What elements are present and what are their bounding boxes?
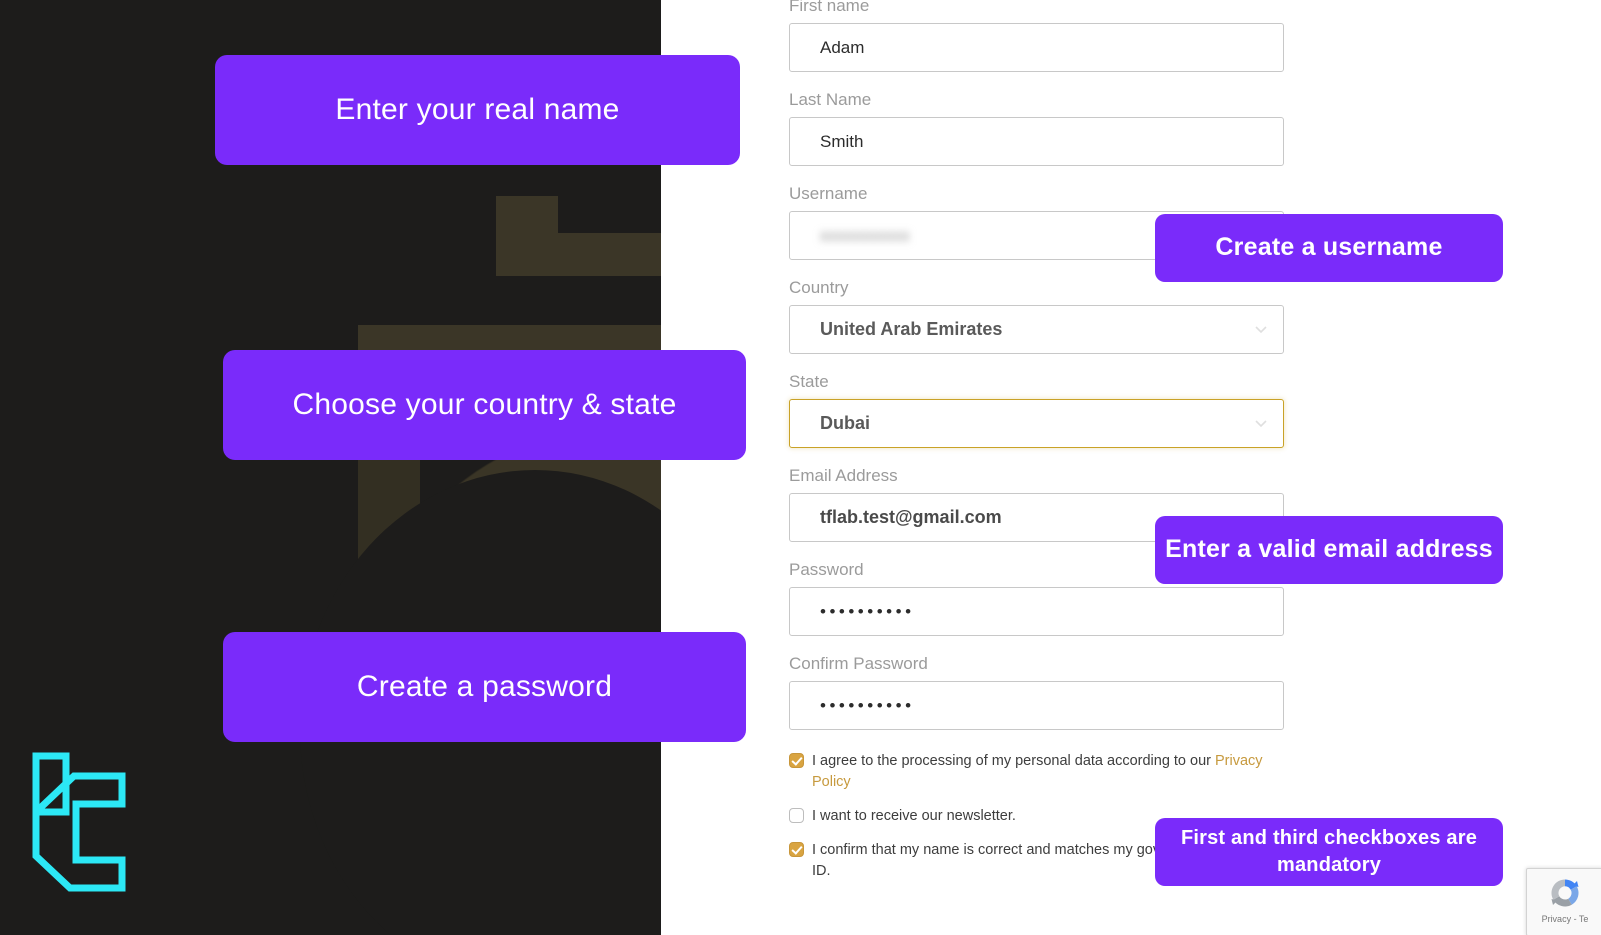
bg-block xyxy=(558,233,661,276)
last-name-input[interactable]: Smith xyxy=(789,117,1284,166)
confirm-password-label: Confirm Password xyxy=(789,654,928,673)
country-select[interactable]: United Arab Emirates xyxy=(789,305,1284,354)
callout-enter-real-name: Enter your real name xyxy=(215,55,740,165)
email-value: tflab.test@gmail.com xyxy=(820,507,1002,527)
checkbox-privacy[interactable] xyxy=(789,753,804,768)
callout-choose-country: Choose your country & state xyxy=(223,350,746,460)
callout-create-password: Create a password xyxy=(223,632,746,742)
first-name-value: Adam xyxy=(820,37,865,57)
recaptcha-privacy-text[interactable]: Privacy - Te xyxy=(1527,911,1601,925)
checkbox-newsletter-label: I want to receive our newsletter. xyxy=(812,808,1016,824)
recaptcha-badge[interactable]: Privacy - Te xyxy=(1526,868,1601,935)
chevron-down-icon xyxy=(1255,321,1267,339)
confirm-password-value: •••••••••• xyxy=(820,695,915,715)
first-name-label: First name xyxy=(789,0,870,15)
state-value: Dubai xyxy=(820,413,871,433)
country-label: Country xyxy=(789,278,849,297)
checkbox-row-privacy[interactable]: I agree to the processing of my personal… xyxy=(789,751,1284,793)
le-monogram-logo xyxy=(30,742,126,892)
state-select[interactable]: Dubai xyxy=(789,399,1284,448)
last-name-value: Smith xyxy=(820,131,864,151)
username-label: Username xyxy=(789,184,868,203)
chevron-down-icon xyxy=(1255,415,1267,433)
field-confirm-password: Confirm Password •••••••••• xyxy=(789,654,1284,730)
callout-create-username: Create a username xyxy=(1155,214,1503,282)
checkbox-newsletter[interactable] xyxy=(789,808,804,823)
signup-form: First name Adam Last Name Smith Username… xyxy=(789,0,1284,895)
password-value: •••••••••• xyxy=(820,601,915,621)
checkbox-identity[interactable] xyxy=(789,842,804,857)
password-input[interactable]: •••••••••• xyxy=(789,587,1284,636)
first-name-input[interactable]: Adam xyxy=(789,23,1284,72)
checkbox-privacy-label: I agree to the processing of my personal… xyxy=(812,751,1272,793)
field-last-name: Last Name Smith xyxy=(789,90,1284,166)
confirm-password-input[interactable]: •••••••••• xyxy=(789,681,1284,730)
signup-page: Enter your real name Choose your country… xyxy=(0,0,1601,935)
field-state: State Dubai xyxy=(789,372,1284,448)
field-country: Country United Arab Emirates xyxy=(789,278,1284,354)
username-value-redacted: xxxxxxxxxx xyxy=(820,225,910,245)
field-first-name: First name Adam xyxy=(789,0,1284,72)
email-label: Email Address xyxy=(789,466,898,485)
last-name-label: Last Name xyxy=(789,90,872,109)
callout-mandatory-checkboxes: First and third checkboxes are mandatory xyxy=(1155,818,1503,886)
country-value: United Arab Emirates xyxy=(820,319,1003,339)
state-label: State xyxy=(789,372,829,391)
bg-block xyxy=(496,196,558,276)
callout-valid-email: Enter a valid email address xyxy=(1155,516,1503,584)
privacy-text: I agree to the processing of my personal… xyxy=(812,753,1216,769)
recaptcha-icon xyxy=(1527,869,1601,911)
